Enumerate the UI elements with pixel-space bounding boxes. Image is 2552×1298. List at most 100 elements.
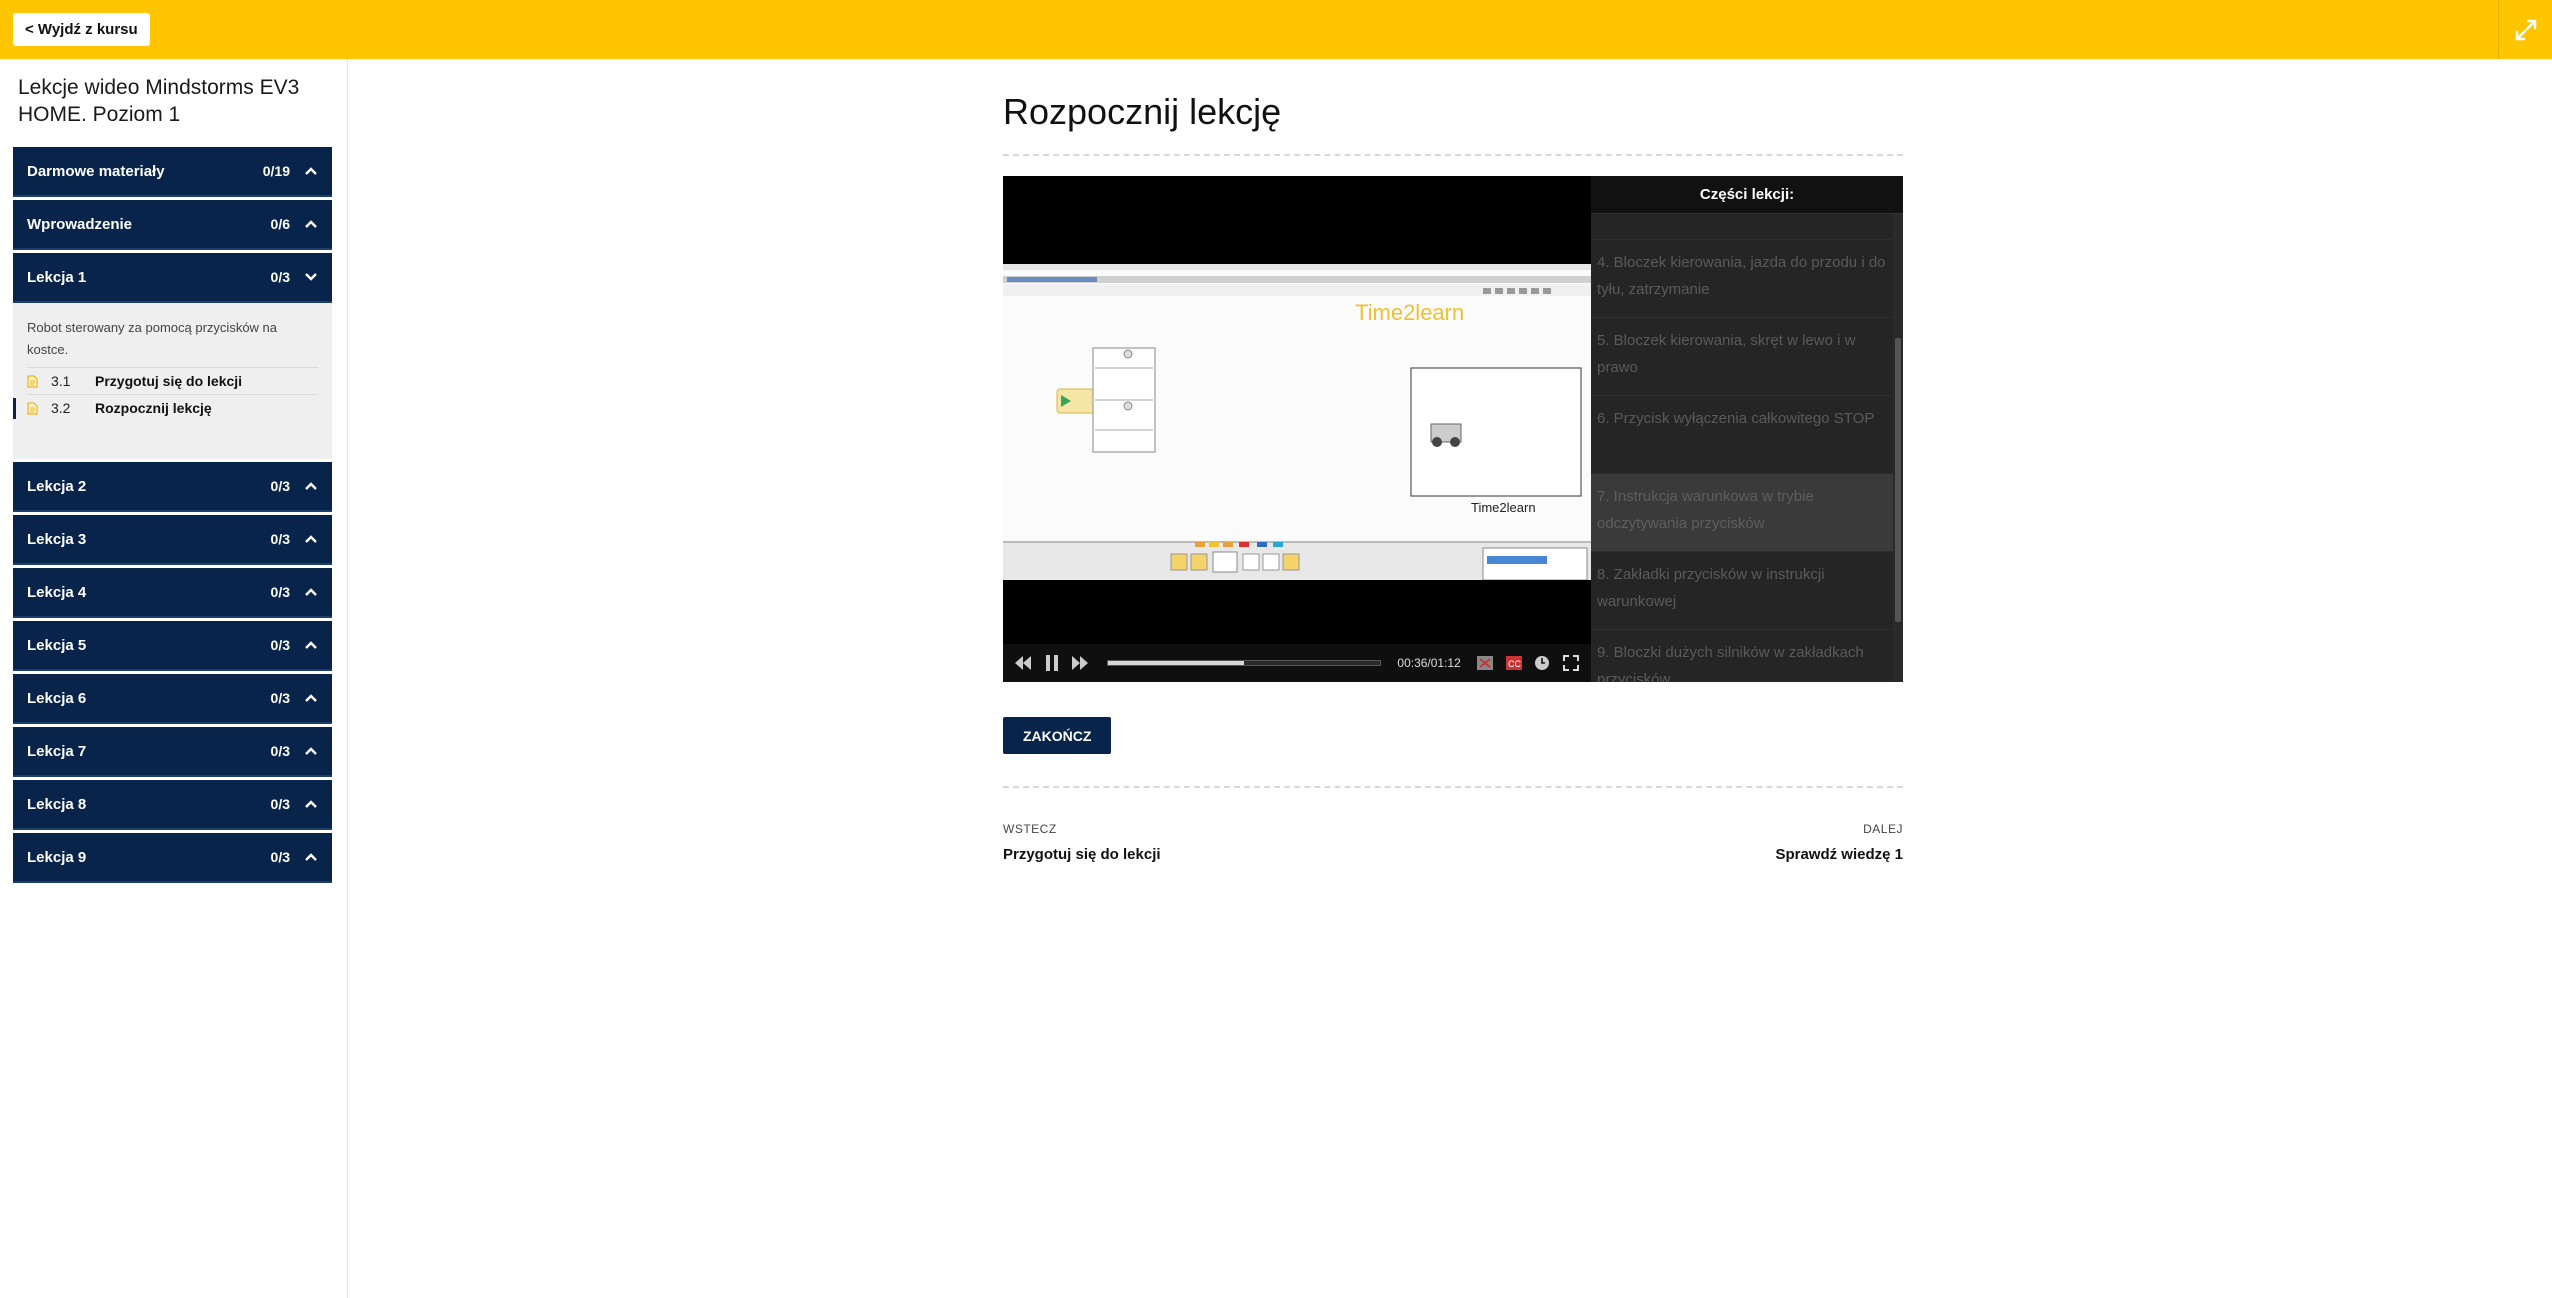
lesson-parts-panel: Części lekcji: 4. Bloczek kierowania, ja… bbox=[1591, 176, 1903, 682]
chapter-list: Darmowe materiały 0/19 Wprowadzenie 0/6 Lekc… bbox=[13, 147, 332, 886]
exit-course-label: < Wyjdź z kursu bbox=[25, 21, 138, 38]
chapter-progress: 0/3 bbox=[270, 796, 290, 812]
exit-course-button[interactable]: < Wyjdź z kursu bbox=[13, 13, 150, 46]
chapter-lekcja-1[interactable]: Lekcja 1 0/3 bbox=[13, 253, 332, 303]
chapter-progress: 0/3 bbox=[270, 743, 290, 759]
chapters-button[interactable] bbox=[1475, 652, 1496, 674]
video-player[interactable]: Time2learn Time2learn 00:36/01:12 CC bbox=[1003, 176, 1591, 682]
lesson-title: Przygotuj się do lekcji bbox=[95, 373, 243, 389]
next-label: DALEJ bbox=[1863, 822, 1903, 836]
chapter-progress: 0/3 bbox=[270, 531, 290, 547]
chapter-label: Lekcja 3 bbox=[27, 530, 87, 548]
pause-icon bbox=[1045, 655, 1058, 671]
chevron-up-icon bbox=[305, 641, 317, 649]
expand-icon bbox=[2515, 19, 2536, 40]
fullscreen-button[interactable] bbox=[1560, 652, 1581, 674]
chapter-lekcja-3[interactable]: Lekcja 3 0/3 bbox=[13, 515, 332, 565]
pause-button[interactable] bbox=[1042, 652, 1063, 674]
previous-lesson-link[interactable]: WSTECZ Przygotuj się do lekcji bbox=[1003, 822, 1161, 863]
chapter-label: Darmowe materiały bbox=[27, 162, 165, 180]
chapter-progress: 0/3 bbox=[270, 584, 290, 600]
chapter-lekcja-4[interactable]: Lekcja 4 0/3 bbox=[13, 568, 332, 618]
chevron-up-icon bbox=[305, 167, 317, 175]
chapter-progress: 0/3 bbox=[270, 478, 290, 494]
course-title: Lekcje wideo Mindstorms EV3 HOME. Poziom… bbox=[18, 76, 300, 126]
forward-button[interactable] bbox=[1070, 652, 1091, 674]
top-bar: < Wyjdź z kursu bbox=[0, 0, 2552, 59]
fullscreen-icon bbox=[1562, 655, 1579, 671]
divider bbox=[1003, 154, 1903, 156]
chapter-progress: 0/3 bbox=[270, 690, 290, 706]
finish-button[interactable]: ZAKOŃCZ bbox=[1003, 717, 1112, 754]
chevron-up-icon bbox=[305, 588, 317, 596]
document-icon bbox=[27, 402, 43, 415]
lesson-title: Rozpocznij lekcję bbox=[95, 400, 212, 416]
document-icon bbox=[27, 375, 43, 388]
chevron-down-icon bbox=[305, 273, 317, 281]
chapter-label: Lekcja 4 bbox=[27, 583, 87, 601]
chapter-label: Lekcja 2 bbox=[27, 477, 87, 495]
lesson-part-item[interactable]: 9. Bloczki dużych silników w zakładkach … bbox=[1591, 630, 1893, 682]
chapter-lessons: Robot sterowany za pomocą przycisków na … bbox=[13, 303, 332, 459]
rewind-button[interactable] bbox=[1013, 652, 1034, 674]
fast-forward-icon bbox=[1072, 656, 1089, 670]
previous-lesson-title: Przygotuj się do lekcji bbox=[1003, 846, 1161, 863]
chapter-progress: 0/3 bbox=[270, 637, 290, 653]
chapter-label: Lekcja 7 bbox=[27, 742, 87, 760]
lesson-navigation: WSTECZ Przygotuj się do lekcji DALEJ Spr… bbox=[1003, 822, 1903, 863]
lesson-part-item[interactable]: 5. Bloczek kierowania, skręt w lewo i w … bbox=[1591, 318, 1893, 396]
preview-watermark: Time2learn bbox=[1471, 500, 1536, 515]
previous-label: WSTECZ bbox=[1003, 822, 1057, 836]
lesson-part-item[interactable]: 8. Zakładki przycisków w instrukcji waru… bbox=[1591, 552, 1893, 630]
chapter-wprowadzenie[interactable]: Wprowadzenie 0/6 bbox=[13, 200, 332, 250]
lesson-parts-list: 4. Bloczek kierowania, jazda do przodu i… bbox=[1591, 214, 1893, 682]
chapter-lekcja-7[interactable]: Lekcja 7 0/3 bbox=[13, 727, 332, 777]
chapter-description: Robot sterowany za pomocą przycisków na … bbox=[27, 320, 278, 357]
chapter-darmowe-materiały[interactable]: Darmowe materiały 0/19 bbox=[13, 147, 332, 197]
chevron-up-icon bbox=[305, 694, 317, 702]
chapter-progress: 0/19 bbox=[262, 163, 290, 179]
speed-button[interactable] bbox=[1532, 652, 1553, 674]
chapter-lekcja-8[interactable]: Lekcja 8 0/3 bbox=[13, 780, 332, 830]
main-content: Rozpocznij lekcję Time2learn Time2learn … bbox=[1003, 59, 1903, 863]
progress-bar[interactable] bbox=[1106, 660, 1382, 666]
chapter-label: Lekcja 8 bbox=[27, 795, 87, 813]
lesson-part-item[interactable]: 4. Bloczek kierowania, jazda do przodu i… bbox=[1591, 240, 1893, 318]
page-title: Rozpocznij lekcję bbox=[1003, 91, 1282, 132]
lesson-item[interactable]: 3.1 Przygotuj się do lekcji bbox=[27, 367, 318, 394]
chapter-lekcja-9[interactable]: Lekcja 9 0/3 bbox=[13, 833, 332, 883]
lesson-part-item[interactable]: 6. Przycisk wyłączenia całkowitego STOP bbox=[1591, 396, 1893, 474]
parts-scrollbar[interactable] bbox=[1893, 214, 1903, 682]
parts-scrollbar-thumb[interactable] bbox=[1895, 338, 1901, 622]
video-screen-image: Time2learn Time2learn bbox=[1003, 264, 1591, 580]
chapter-lekcja-6[interactable]: Lekcja 6 0/3 bbox=[13, 674, 332, 724]
lesson-part-item[interactable]: 7. Instrukcja warunkowa w trybie odczyty… bbox=[1591, 474, 1893, 552]
chapter-label: Lekcja 1 bbox=[27, 268, 87, 286]
next-lesson-link[interactable]: DALEJ Sprawdź wiedzę 1 bbox=[1775, 822, 1903, 863]
chapter-label: Lekcja 6 bbox=[27, 689, 87, 707]
clock-icon bbox=[1535, 656, 1550, 670]
chapter-lekcja-2[interactable]: Lekcja 2 0/3 bbox=[13, 462, 332, 512]
expand-button[interactable] bbox=[2498, 0, 2552, 59]
captions-button[interactable]: CC bbox=[1503, 652, 1524, 674]
video-section: Time2learn Time2learn 00:36/01:12 CC Czę… bbox=[1003, 176, 1903, 682]
chapter-label: Lekcja 9 bbox=[27, 848, 87, 866]
video-watermark: Time2learn bbox=[1355, 300, 1464, 325]
captions-icon: CC bbox=[1505, 656, 1522, 670]
chapter-progress: 0/3 bbox=[270, 849, 290, 865]
chapter-lekcja-5[interactable]: Lekcja 5 0/3 bbox=[13, 621, 332, 671]
chevron-up-icon bbox=[305, 800, 317, 808]
chapters-icon bbox=[1477, 656, 1494, 670]
chevron-up-icon bbox=[305, 535, 317, 543]
chapter-progress: 0/6 bbox=[270, 216, 290, 232]
chevron-up-icon bbox=[305, 220, 317, 228]
lesson-number: 3.1 bbox=[51, 373, 71, 389]
chapter-label: Lekcja 5 bbox=[27, 636, 87, 654]
sidebar: Lekcje wideo Mindstorms EV3 HOME. Poziom… bbox=[0, 59, 348, 1298]
lesson-part-item[interactable] bbox=[1591, 214, 1893, 240]
lesson-item[interactable]: 3.2 Rozpocznij lekcję bbox=[13, 394, 318, 421]
chapter-progress: 0/3 bbox=[270, 269, 290, 285]
chapter-label: Wprowadzenie bbox=[27, 215, 133, 233]
video-frame[interactable]: Time2learn Time2learn bbox=[1003, 264, 1591, 580]
divider bbox=[1003, 786, 1903, 788]
